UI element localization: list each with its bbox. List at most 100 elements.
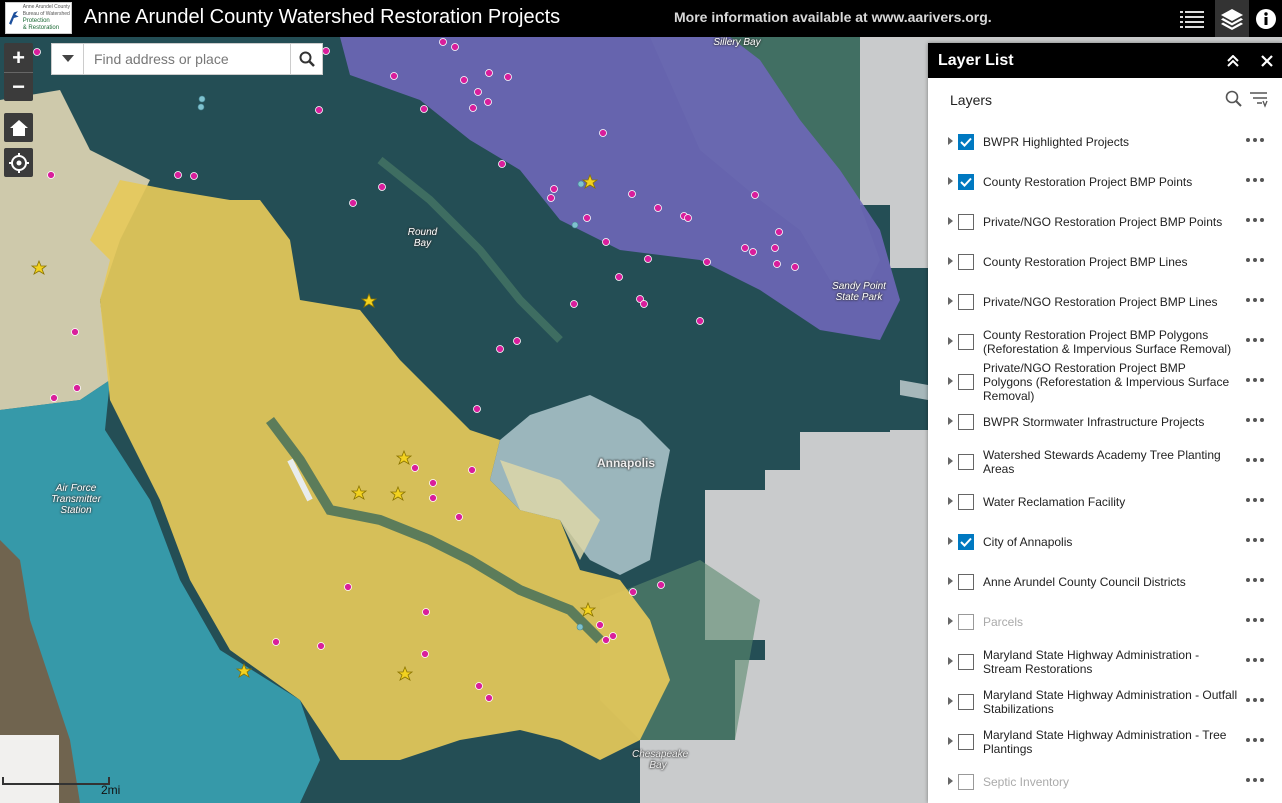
- layer-visibility-checkbox[interactable]: [958, 174, 974, 190]
- layer-options-icon[interactable]: [1246, 218, 1264, 222]
- layer-title: City of Annapolis: [983, 535, 1073, 549]
- layer-visibility-checkbox[interactable]: [958, 334, 974, 350]
- expand-caret-icon[interactable]: [948, 417, 953, 425]
- layer-options-icon[interactable]: [1246, 458, 1264, 462]
- layer-options-icon[interactable]: [1246, 578, 1264, 582]
- layer-visibility-checkbox[interactable]: [958, 214, 974, 230]
- search-widget: [51, 43, 323, 75]
- layer-item[interactable]: Maryland State Highway Administration - …: [928, 682, 1282, 722]
- layer-options-icon[interactable]: [1246, 698, 1264, 702]
- expand-caret-icon[interactable]: [948, 137, 953, 145]
- layers-icon[interactable]: [1215, 0, 1249, 37]
- expand-caret-icon[interactable]: [948, 737, 953, 745]
- expand-caret-icon[interactable]: [948, 617, 953, 625]
- layer-options-icon[interactable]: [1246, 658, 1264, 662]
- expand-caret-icon[interactable]: [948, 657, 953, 665]
- locate-button[interactable]: [4, 148, 33, 177]
- layer-item[interactable]: Private/NGO Restoration Project BMP Poin…: [928, 202, 1282, 242]
- layer-item[interactable]: Private/NGO Restoration Project BMP Poly…: [928, 361, 1282, 403]
- zoom-out-button[interactable]: −: [4, 72, 33, 101]
- layer-item[interactable]: Water Reclamation Facility: [928, 482, 1282, 522]
- layer-options-icon[interactable]: [1246, 378, 1264, 382]
- zoom-in-button[interactable]: +: [4, 43, 33, 72]
- label-air-force: Air Force Transmitter Station: [51, 483, 101, 516]
- expand-caret-icon[interactable]: [948, 377, 953, 385]
- expand-caret-icon[interactable]: [948, 497, 953, 505]
- layer-visibility-checkbox[interactable]: [958, 654, 974, 670]
- layer-item[interactable]: Maryland State Highway Administration - …: [928, 722, 1282, 762]
- layer-title: BWPR Highlighted Projects: [983, 135, 1130, 149]
- filter-options-icon[interactable]: [1249, 90, 1269, 108]
- layer-item[interactable]: County Restoration Project BMP Polygons …: [928, 322, 1282, 362]
- check-icon: [960, 177, 972, 187]
- layer-visibility-checkbox[interactable]: [958, 414, 974, 430]
- expand-caret-icon[interactable]: [948, 337, 953, 345]
- layer-visibility-checkbox[interactable]: [958, 254, 974, 270]
- expand-caret-icon[interactable]: [948, 257, 953, 265]
- home-icon: [9, 119, 28, 136]
- expand-caret-icon[interactable]: [948, 697, 953, 705]
- search-button[interactable]: [290, 44, 322, 74]
- expand-caret-icon[interactable]: [948, 537, 953, 545]
- layer-visibility-checkbox[interactable]: [958, 574, 974, 590]
- layer-visibility-checkbox[interactable]: [958, 774, 974, 790]
- layer-item[interactable]: Parcels: [928, 602, 1282, 642]
- collapse-panel-button[interactable]: [1218, 43, 1248, 78]
- layer-list: BWPR Highlighted Projects County Restorat…: [928, 122, 1282, 802]
- layer-visibility-checkbox[interactable]: [958, 374, 974, 390]
- layer-visibility-checkbox[interactable]: [958, 614, 974, 630]
- expand-caret-icon[interactable]: [948, 217, 953, 225]
- expand-caret-icon[interactable]: [948, 177, 953, 185]
- search-input[interactable]: [84, 44, 290, 74]
- layer-title: Anne Arundel County Council Districts: [983, 575, 1186, 589]
- layer-options-icon[interactable]: [1246, 138, 1264, 142]
- search-icon: [299, 51, 315, 67]
- layer-options-icon[interactable]: [1246, 538, 1264, 542]
- layer-visibility-checkbox[interactable]: [958, 294, 974, 310]
- layer-options-icon[interactable]: [1246, 498, 1264, 502]
- layer-item[interactable]: Private/NGO Restoration Project BMP Line…: [928, 282, 1282, 322]
- info-icon[interactable]: [1250, 0, 1282, 37]
- filter-search-icon[interactable]: [1225, 90, 1243, 108]
- panel-title: Layer List: [938, 51, 1014, 69]
- layer-item[interactable]: Septic Inventory: [928, 762, 1282, 802]
- layer-options-icon[interactable]: [1246, 178, 1264, 182]
- scale-label: 2mi: [101, 783, 121, 797]
- layer-item[interactable]: City of Annapolis: [928, 522, 1282, 562]
- close-panel-button[interactable]: [1252, 43, 1282, 78]
- layer-visibility-checkbox[interactable]: [958, 734, 974, 750]
- layer-options-icon[interactable]: [1246, 618, 1264, 622]
- layers-toolbar: Layers: [928, 78, 1282, 122]
- scalebar: [2, 777, 110, 785]
- layer-item[interactable]: County Restoration Project BMP Lines: [928, 242, 1282, 282]
- layer-options-icon[interactable]: [1246, 738, 1264, 742]
- layer-visibility-checkbox[interactable]: [958, 454, 974, 470]
- layer-item[interactable]: Watershed Stewards Academy Tree Planting…: [928, 442, 1282, 482]
- layer-title: Private/NGO Restoration Project BMP Line…: [983, 295, 1218, 309]
- layer-visibility-checkbox[interactable]: [958, 534, 974, 550]
- layer-options-icon[interactable]: [1246, 298, 1264, 302]
- layer-visibility-checkbox[interactable]: [958, 134, 974, 150]
- layer-options-icon[interactable]: [1246, 418, 1264, 422]
- search-source-dropdown[interactable]: [52, 44, 84, 74]
- expand-caret-icon[interactable]: [948, 457, 953, 465]
- layer-item[interactable]: County Restoration Project BMP Points: [928, 162, 1282, 202]
- layer-title: Parcels: [983, 615, 1024, 629]
- layer-options-icon[interactable]: [1246, 258, 1264, 262]
- layer-item[interactable]: BWPR Highlighted Projects: [928, 122, 1282, 162]
- expand-caret-icon[interactable]: [948, 577, 953, 585]
- expand-caret-icon[interactable]: [948, 777, 953, 785]
- header-info-link[interactable]: More information available at www.aarive…: [674, 9, 992, 25]
- layer-visibility-checkbox[interactable]: [958, 694, 974, 710]
- project-markers: [30, 38, 799, 702]
- county-logo: Anne Arundel County Bureau of Watershed …: [5, 2, 72, 34]
- home-button[interactable]: [4, 113, 33, 142]
- layer-options-icon[interactable]: [1246, 338, 1264, 342]
- layer-item[interactable]: Maryland State Highway Administration - …: [928, 642, 1282, 682]
- list-icon[interactable]: [1175, 0, 1209, 37]
- layer-item[interactable]: BWPR Stormwater Infrastructure Projects: [928, 402, 1282, 442]
- layer-item[interactable]: Anne Arundel County Council Districts: [928, 562, 1282, 602]
- layer-options-icon[interactable]: [1246, 778, 1264, 782]
- layer-visibility-checkbox[interactable]: [958, 494, 974, 510]
- expand-caret-icon[interactable]: [948, 297, 953, 305]
